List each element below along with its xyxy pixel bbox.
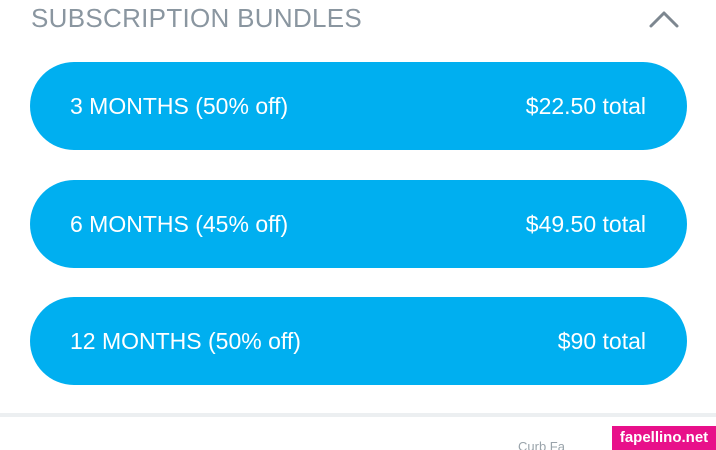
- subscription-bundles-panel: SUBSCRIPTION BUNDLES 3 MONTHS (50% off) …: [0, 0, 716, 450]
- bundle-price: $49.50 total: [525, 211, 646, 237]
- chevron-up-icon[interactable]: [644, 2, 684, 36]
- bundle-12-months-button[interactable]: 12 MONTHS (50% off) $90 total: [30, 297, 687, 385]
- next-section-strip: [0, 417, 716, 450]
- section-header[interactable]: SUBSCRIPTION BUNDLES: [0, 0, 716, 40]
- watermark-badge: fapellino.net: [612, 426, 716, 450]
- bundle-6-months-button[interactable]: 6 MONTHS (45% off) $49.50 total: [30, 180, 687, 268]
- bundle-price: $90 total: [557, 328, 646, 354]
- bundle-label: 3 MONTHS (50% off): [70, 93, 289, 119]
- bundle-3-months-button[interactable]: 3 MONTHS (50% off) $22.50 total: [30, 62, 687, 150]
- bundle-label: 6 MONTHS (45% off): [70, 211, 289, 237]
- section-title: SUBSCRIPTION BUNDLES: [31, 3, 363, 33]
- bundle-price: $22.50 total: [525, 93, 646, 119]
- bundle-label: 12 MONTHS (50% off): [70, 328, 301, 354]
- partial-footer-text: Curb Fa: [518, 439, 565, 450]
